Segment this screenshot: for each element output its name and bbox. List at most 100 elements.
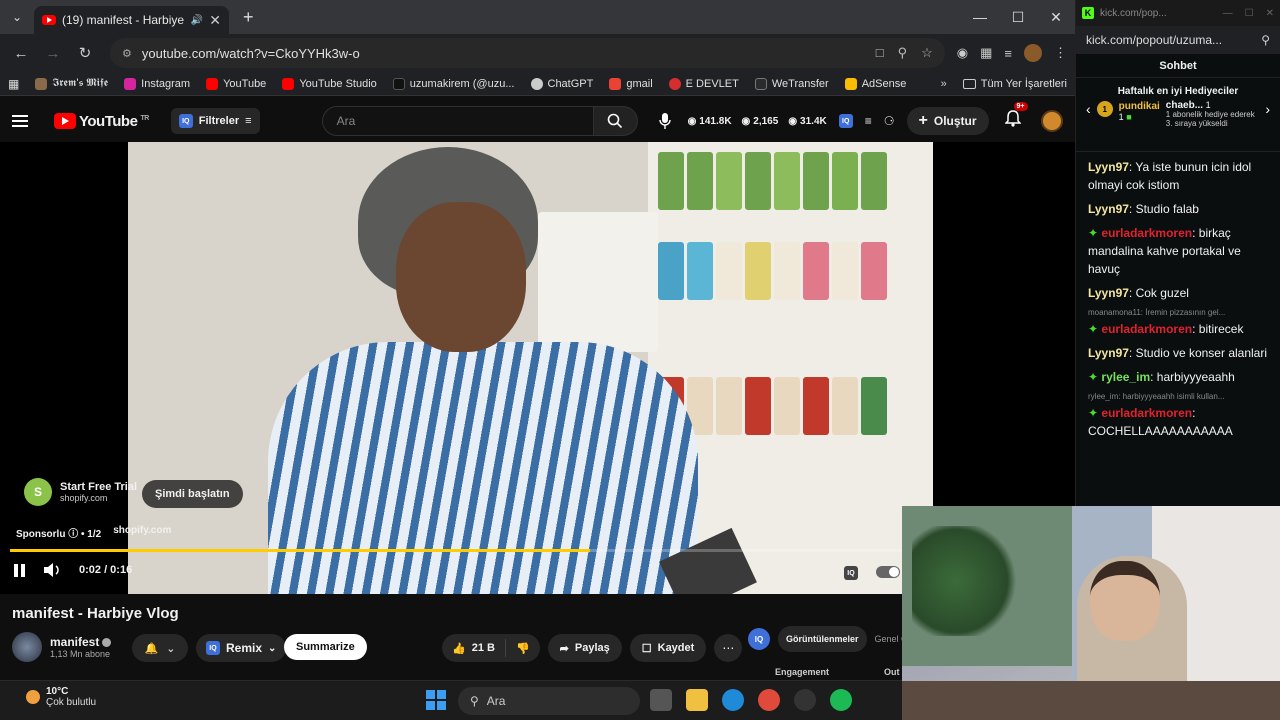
browser-menu-icon[interactable]: ⋮ (1054, 45, 1067, 61)
youtube-logo[interactable]: YouTube TR (54, 113, 149, 130)
url-omnibox[interactable]: ⚙ youtube.com/watch?v=CkoYYHk3w-o □ ⚲ ☆ (110, 38, 945, 68)
close-window-button[interactable]: ✕ (1266, 8, 1274, 19)
taskbar-apps (650, 689, 852, 711)
search-icon[interactable]: ⚲ (1261, 33, 1270, 47)
ad-url[interactable]: shopify.com (113, 525, 171, 540)
share-button[interactable]: ➦ Paylaş (547, 634, 622, 662)
all-bookmarks-folder[interactable]: Tüm Yer İşaretleri (962, 78, 1067, 90)
tab-close-icon[interactable]: ✕ (209, 12, 221, 29)
ad-cta-button[interactable]: Şimdi başlatın (142, 480, 243, 508)
back-button[interactable]: ← (8, 45, 34, 62)
maximize-button[interactable]: ☐ (1245, 8, 1254, 19)
bookmark-item[interactable]: WeTransfer (754, 77, 829, 90)
bookmark-item[interactable]: gmail (609, 77, 653, 90)
dislike-button[interactable]: 👎 (506, 642, 540, 655)
audio-playing-icon[interactable]: 🔊 (191, 15, 203, 26)
youtube-studio-icon (282, 77, 295, 90)
maximize-button[interactable]: ☐ (999, 9, 1037, 26)
taskbar-search[interactable]: ⚲ Ara (458, 687, 640, 715)
video-title: manifest - Harbiye Vlog (12, 605, 179, 622)
iq-player-icon[interactable]: IQ (844, 566, 858, 580)
windows-start-icon[interactable] (426, 690, 446, 710)
bookmark-item[interactable]: E DEVLET (668, 77, 739, 90)
channel-name[interactable]: manifest (50, 635, 99, 649)
bookmark-star-icon[interactable]: ☆ (921, 45, 933, 61)
apps-grid-icon[interactable]: ▦ (8, 77, 19, 91)
menu-hamburger-icon[interactable] (12, 115, 36, 127)
camera-extension-icon[interactable]: ◉ (957, 45, 968, 61)
obs-icon[interactable] (794, 689, 816, 711)
volume-icon[interactable] (43, 562, 61, 578)
person-face (396, 202, 526, 352)
site-info-icon[interactable]: ⚙ (122, 47, 132, 60)
filters-button[interactable]: IQ Filtreler ≡ (170, 108, 260, 134)
channel-avatar[interactable] (12, 632, 42, 662)
popout-url-bar[interactable]: kick.com/popout/uzuma... ⚲ (1076, 26, 1280, 54)
profile-avatar[interactable] (1024, 44, 1042, 62)
reply-context: moanamona11: İremin pizzasının gel... (1088, 308, 1226, 317)
subscription-bell-button[interactable]: 🔔 ⌄ (132, 634, 188, 662)
media-control-icon[interactable]: ≡ (1004, 46, 1012, 61)
bookmark-item[interactable]: ChatGPT (530, 77, 593, 90)
address-bar: ← → ↻ ⚙ youtube.com/watch?v=CkoYYHk3w-o … (0, 34, 1075, 72)
video-frame[interactable] (128, 142, 933, 594)
youtube-play-icon (54, 113, 76, 129)
summarize-button[interactable]: Summarize (284, 634, 367, 660)
bookmark-item[interactable]: 𝕴𝖗𝖊𝖒'𝖘 𝕸𝖎𝖋𝖊 (35, 77, 108, 90)
like-button[interactable]: 👍 21 B (442, 639, 506, 657)
remix-label: Remix (226, 641, 263, 655)
minimize-button[interactable]: — (1223, 8, 1233, 19)
edge-icon[interactable] (722, 689, 744, 711)
notifications-button[interactable]: 9+ (1003, 102, 1028, 132)
search-button[interactable] (593, 106, 638, 136)
browser-tab-active[interactable]: (19) manifest - Harbiye Vlo 🔊 ✕ (34, 6, 229, 34)
popout-title: kick.com/pop... (1100, 7, 1167, 19)
file-explorer-icon[interactable] (686, 689, 708, 711)
save-button[interactable]: ☐ Kaydet (629, 634, 707, 662)
reload-button[interactable]: ↻ (72, 44, 98, 62)
chat-text: harbiyyyeaahh (1156, 370, 1235, 384)
sponsored-info: Sponsorlu ⓘ • 1/2 shopify.com (16, 525, 171, 540)
autoplay-toggle[interactable] (876, 566, 900, 578)
minimize-button[interactable]: — (961, 9, 999, 26)
voice-search-button[interactable] (654, 113, 676, 129)
stat-second: ◉ 2,165 (741, 115, 779, 127)
cast-icon[interactable]: □ (876, 45, 884, 61)
pause-icon[interactable] (14, 563, 25, 577)
chat-username: Lyyn97 (1088, 202, 1129, 216)
extensions-puzzle-icon[interactable]: ▦ (980, 45, 992, 61)
close-window-button[interactable]: ✕ (1037, 9, 1075, 26)
more-actions-button[interactable]: ⋯ (714, 634, 743, 662)
spotify-icon[interactable] (830, 689, 852, 711)
chat-text: Studio ve konser alanlari (1135, 346, 1268, 360)
bookmark-item[interactable]: YouTube Studio (282, 77, 377, 90)
list-icon[interactable]: ≡ (865, 114, 872, 128)
forward-button[interactable]: → (40, 45, 66, 62)
trophy-icon[interactable]: ⚆ (884, 114, 895, 128)
chevron-right-icon[interactable]: › (1265, 101, 1270, 117)
iq-icon[interactable]: IQ (838, 114, 853, 128)
tab-views[interactable]: Görüntülenmeler (778, 626, 867, 652)
search-input[interactable]: Ara (321, 106, 594, 136)
ad-sponsor-card[interactable]: S Start Free Trial shopify.com (24, 478, 137, 506)
like-dislike-group: 👍 21 B 👎 (442, 634, 540, 662)
remix-button[interactable]: IQ Remix ⌄ (196, 634, 287, 662)
url-text[interactable]: youtube.com/watch?v=CkoYYHk3w-o (142, 46, 360, 61)
bookmarks-overflow-button[interactable]: » (941, 78, 947, 90)
account-avatar[interactable] (1040, 110, 1063, 132)
tab-search-chevron-icon[interactable]: ⌄ (0, 0, 34, 34)
bookmark-item[interactable]: AdSense (844, 77, 906, 90)
eye-icon: ◉ (687, 115, 697, 127)
bookmark-item[interactable]: Instagram (124, 77, 190, 90)
chrome-icon[interactable] (758, 689, 780, 711)
info-icon[interactable]: ⓘ (68, 529, 78, 540)
iq-analytics-icon[interactable]: IQ (748, 628, 770, 650)
weather-widget[interactable]: 10°C Çok bulutlu (26, 686, 96, 708)
bookmark-item[interactable]: uzumakirem (@uzu... (392, 77, 515, 90)
bookmark-item[interactable]: YouTube (206, 77, 266, 90)
zoom-icon[interactable]: ⚲ (898, 45, 908, 61)
create-button[interactable]: + Oluştur (906, 107, 989, 135)
new-tab-button[interactable]: + (243, 7, 254, 28)
task-view-icon[interactable] (650, 689, 672, 711)
chevron-left-icon[interactable]: ‹ (1086, 101, 1091, 117)
